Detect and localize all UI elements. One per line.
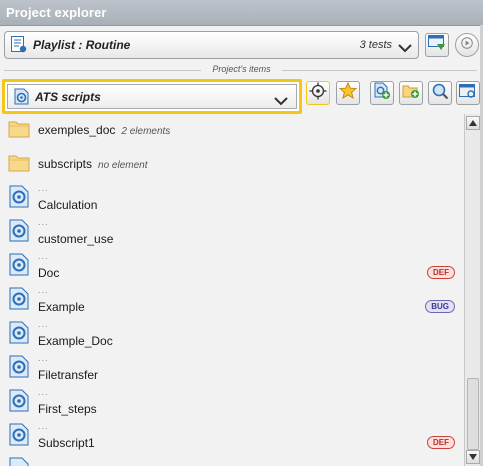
- folder-icon: [8, 120, 30, 143]
- script-icon: [9, 182, 29, 213]
- play-icon: [461, 36, 473, 54]
- script-icon: [9, 454, 29, 466]
- scroll-up-button[interactable]: [466, 116, 480, 130]
- list-item[interactable]: ... customer_use: [0, 216, 463, 250]
- list-item[interactable]: ... Filetransfer: [0, 352, 463, 386]
- new-script-icon: [373, 82, 391, 105]
- script-icon: [9, 284, 29, 315]
- playlist-name: Playlist : Routine: [33, 38, 131, 52]
- item-dots: ...: [38, 387, 49, 397]
- status-badge: BUG: [425, 300, 455, 313]
- vertical-scrollbar[interactable]: [464, 114, 481, 466]
- list-item[interactable]: ... Example_Doc: [0, 318, 463, 352]
- item-dots: ...: [38, 353, 49, 363]
- favorites-button[interactable]: [336, 81, 360, 105]
- chevron-down-icon[interactable]: [274, 93, 288, 111]
- script-icon: [9, 318, 29, 349]
- export-icon: [428, 34, 446, 56]
- item-name: customer_use: [38, 232, 114, 246]
- new-folder-button[interactable]: [399, 81, 423, 105]
- list-item[interactable]: ... Subscript1 DEF: [0, 420, 463, 454]
- explorer-icon: [459, 83, 477, 104]
- new-folder-icon: [402, 83, 420, 104]
- script-icon: [9, 216, 29, 247]
- script-icon: [9, 352, 29, 383]
- list-item[interactable]: ... Doc DEF: [0, 250, 463, 284]
- item-subtitle: 2 elements: [121, 126, 171, 137]
- scroll-thumb[interactable]: [467, 378, 479, 450]
- chevron-down-icon[interactable]: [398, 40, 412, 58]
- list-item[interactable]: ... Calculation: [0, 182, 463, 216]
- item-name: exemples_doc 2 elements: [38, 123, 171, 137]
- playlist-selector[interactable]: Playlist : Routine 3 tests: [4, 31, 419, 59]
- target-icon: [309, 82, 327, 105]
- list-item[interactable]: subscripts no element: [0, 148, 463, 182]
- status-badge: DEF: [427, 266, 455, 279]
- new-script-button[interactable]: [370, 81, 394, 105]
- panel-title: Project explorer: [6, 5, 107, 20]
- search-icon: [431, 82, 449, 105]
- list-item[interactable]: exemples_doc 2 elements: [0, 114, 463, 148]
- list-item-partial[interactable]: [0, 454, 463, 466]
- item-dots: ...: [38, 285, 49, 295]
- item-name: Filetransfer: [38, 368, 99, 382]
- section-divider: Project's items: [0, 63, 483, 77]
- item-dots: ...: [38, 251, 49, 261]
- scroll-down-button[interactable]: [466, 450, 480, 464]
- section-label: Project's items: [212, 64, 271, 74]
- script-icon: [9, 420, 29, 451]
- playlist-test-count: 3 tests: [359, 39, 392, 51]
- item-dots: ...: [38, 319, 49, 329]
- item-name: Example: [38, 300, 85, 314]
- item-name: Subscript1: [38, 436, 95, 450]
- list-item[interactable]: ... Example BUG: [0, 284, 463, 318]
- explorer-button[interactable]: [456, 81, 480, 105]
- item-name: First_steps: [38, 402, 97, 416]
- star-icon: [338, 81, 358, 104]
- status-badge: DEF: [427, 436, 455, 449]
- item-dots: ...: [38, 421, 49, 431]
- project-items-list: exemples_doc 2 elements subscripts no elem…: [0, 114, 463, 466]
- item-dots: ...: [38, 217, 49, 227]
- item-type-selector[interactable]: ATS scripts: [2, 79, 302, 114]
- item-dots: ...: [38, 183, 49, 193]
- item-type-label: ATS scripts: [35, 90, 101, 104]
- item-name: Calculation: [38, 198, 98, 212]
- script-icon: [9, 250, 29, 281]
- panel-title-bar: Project explorer: [0, 0, 483, 26]
- list-item[interactable]: ... First_steps: [0, 386, 463, 420]
- item-subtitle: no element: [98, 160, 148, 171]
- script-icon: [9, 386, 29, 417]
- export-playlist-button[interactable]: [425, 33, 449, 57]
- play-playlist-button[interactable]: [455, 33, 479, 57]
- folder-icon: [8, 154, 30, 177]
- item-name: Example_Doc: [38, 334, 113, 348]
- item-name: Doc: [38, 266, 60, 280]
- script-icon: [14, 88, 29, 110]
- locate-button[interactable]: [306, 81, 330, 105]
- item-name: subscripts no element: [38, 157, 148, 171]
- playlist-icon: [10, 36, 27, 58]
- search-button[interactable]: [428, 81, 452, 105]
